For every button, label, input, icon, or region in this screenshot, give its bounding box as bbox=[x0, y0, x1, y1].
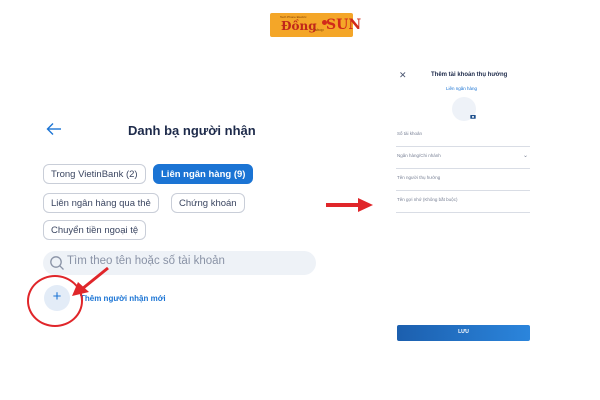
camera-icon[interactable] bbox=[470, 114, 476, 119]
chip-lien-ngan-hang-qua-the[interactable]: Liên ngân hàng qua thẻ bbox=[43, 193, 159, 213]
field-label: Số tài khoản bbox=[397, 131, 423, 136]
form-title: Thêm tài khoản thụ hưởng bbox=[431, 72, 508, 78]
brand-logo: Tech Phone Electric Đồng shop SUN bbox=[270, 13, 361, 37]
logo-dong: Đồng bbox=[281, 19, 317, 33]
beneficiary-name-field[interactable]: Tên người thụ hưởng bbox=[396, 169, 530, 191]
bank-branch-select[interactable]: Ngân hàng/Chi nhánh ⌄ bbox=[396, 147, 530, 169]
save-button[interactable]: LƯU bbox=[397, 325, 530, 341]
chip-chung-khoan[interactable]: Chứng khoán bbox=[171, 193, 245, 213]
annotation-arrow-right bbox=[326, 198, 373, 212]
nickname-field[interactable]: Tên gợi nhớ (Không bắt buộc) bbox=[396, 191, 530, 213]
field-label: Tên người thụ hưởng bbox=[397, 175, 441, 180]
chevron-down-icon: ⌄ bbox=[522, 153, 528, 159]
chip-trong-vietinbank[interactable]: Trong VietinBank (2) bbox=[43, 164, 146, 184]
field-label: Ngân hàng/Chi nhánh bbox=[397, 153, 441, 158]
account-number-field[interactable]: Số tài khoản bbox=[396, 125, 530, 147]
back-arrow-icon[interactable] bbox=[46, 122, 62, 136]
logo-shop: shop bbox=[315, 27, 324, 32]
logo-sun: SUN bbox=[326, 17, 362, 33]
chip-lien-ngan-hang[interactable]: Liên ngân hàng (9) bbox=[153, 164, 254, 184]
close-icon[interactable]: ✕ bbox=[399, 70, 407, 81]
chip-chuyen-tien-ngoai-te[interactable]: Chuyển tiền ngoại tệ bbox=[43, 220, 147, 240]
field-label: Tên gợi nhớ (Không bắt buộc) bbox=[397, 197, 458, 202]
form-subtitle: Liên ngân hàng bbox=[446, 86, 478, 91]
search-icon bbox=[50, 256, 64, 270]
page-title: Danh bạ người nhận bbox=[128, 123, 256, 138]
save-button-label: LƯU bbox=[458, 329, 469, 335]
annotation-arrow-diagonal bbox=[72, 266, 109, 296]
